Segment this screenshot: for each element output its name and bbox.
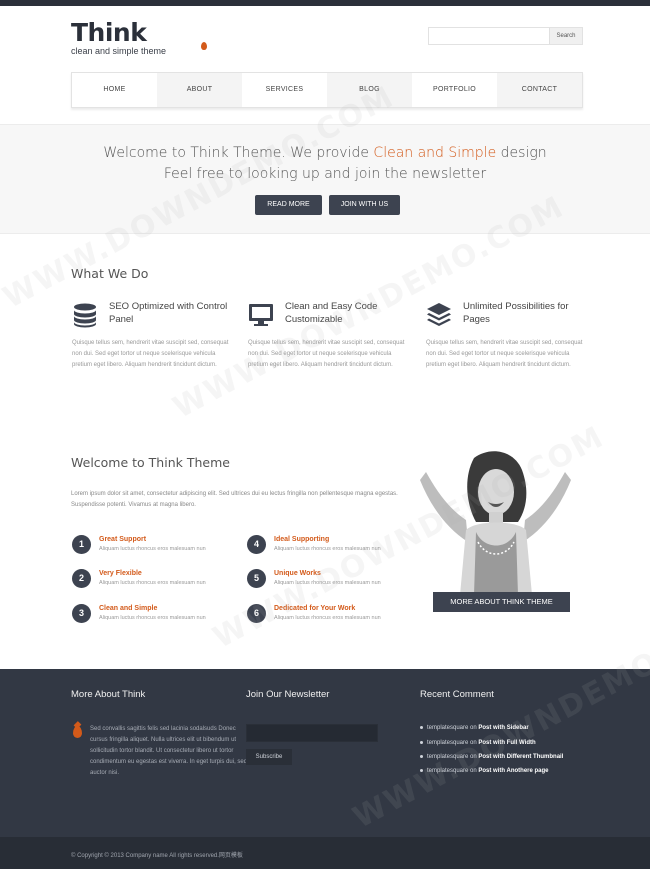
comment-on: on (470, 754, 477, 760)
logo-wordmark: Think (71, 18, 147, 47)
main-nav: HOME ABOUT SERVICES BLOG PORTFOLIO CONTA… (71, 72, 583, 108)
bottom-bar: © Copyright © 2013 Company name All righ… (0, 837, 650, 869)
point-body: Aliquam luctus rhoncus eros malesuam nun (274, 546, 381, 552)
hero-subline: Feel free to looking up and join the new… (163, 166, 487, 182)
point-number: 4 (247, 535, 266, 554)
join-with-us-button[interactable]: JOIN WITH US (329, 195, 400, 215)
list-item: 2 Very Flexible Aliquam luctus rhoncus e… (72, 569, 242, 599)
comment-post-link[interactable]: Post with Full Width (478, 740, 535, 746)
nav-item-services[interactable]: SERVICES (242, 73, 327, 107)
comment-item: templatesquare on Post with Different Th… (420, 754, 630, 760)
feature-body: Quisque tellus sem, hendrerit vitae susc… (72, 340, 229, 368)
welcome-intro: Lorem ipsum dolor sit amet, consectetur … (71, 491, 398, 508)
woman-photo (420, 451, 571, 595)
point-number: 6 (247, 604, 266, 623)
point-body: Aliquam luctus rhoncus eros malesuam nun (99, 580, 206, 586)
subscribe-button[interactable]: Subscribe (246, 749, 292, 765)
feature-body: Quisque tellus sem, hendrerit vitae susc… (248, 340, 405, 368)
point-title[interactable]: Ideal Supporting (274, 536, 329, 543)
point-number: 5 (247, 569, 266, 588)
comment-on: on (470, 768, 477, 774)
nav-item-blog[interactable]: BLOG (327, 73, 412, 107)
search-box: Search (428, 27, 583, 45)
drop-icon (73, 726, 82, 738)
footer: More About Think Sed convallis sagittis … (0, 669, 650, 837)
point-title[interactable]: Dedicated for Your Work (274, 605, 355, 612)
footer-comments-title: Recent Comment (420, 689, 494, 700)
hero-headline-accent: Clean and Simple (373, 145, 497, 161)
top-bar (0, 0, 650, 6)
more-about-button[interactable]: MORE ABOUT THINK THEME (433, 592, 570, 612)
footer-about-title: More About Think (71, 689, 146, 700)
comment-post-link[interactable]: Post with Sidebar (478, 725, 528, 731)
point-title[interactable]: Very Flexible (99, 570, 142, 577)
newsletter-email-input[interactable] (246, 724, 378, 742)
list-item: 4 Ideal Supporting Aliquam luctus rhoncu… (247, 535, 417, 565)
point-body: Aliquam luctus rhoncus eros malesuam nun (274, 615, 381, 621)
read-more-button[interactable]: READ MORE (255, 195, 322, 215)
comment-post-link[interactable]: Post with Different Thumbnail (478, 754, 563, 760)
point-body: Aliquam luctus rhoncus eros malesuam nun (99, 615, 206, 621)
layers-icon (427, 303, 451, 326)
logo[interactable]: Think clean and simple theme (71, 18, 207, 56)
list-item: 3 Clean and Simple Aliquam luctus rhoncu… (72, 604, 242, 634)
hero-headline: Welcome to Think Theme. We provide Clean… (0, 145, 650, 161)
search-input[interactable] (429, 28, 551, 44)
comment-item: templatesquare on Post with Full Width (420, 740, 630, 746)
point-body: Aliquam luctus rhoncus eros malesuam nun (274, 580, 381, 586)
feature-title: Clean and Easy Code Customizable (285, 301, 378, 325)
drop-icon (201, 42, 207, 50)
point-number: 1 (72, 535, 91, 554)
bullet-icon (420, 768, 423, 772)
nav-item-home[interactable]: HOME (72, 73, 157, 107)
comment-author[interactable]: templatesquare (427, 725, 468, 731)
point-number: 3 (72, 604, 91, 623)
nav-item-contact[interactable]: CONTACT (497, 73, 582, 107)
feature-body: Quisque tellus sem, hendrerit vitae susc… (426, 340, 583, 368)
point-title[interactable]: Unique Works (274, 570, 321, 577)
nav-item-about[interactable]: ABOUT (157, 73, 242, 107)
monitor-icon (249, 304, 273, 326)
welcome-title: Welcome to Think Theme (71, 455, 230, 470)
comment-on: on (470, 740, 477, 746)
hero-headline-prefix: Welcome to Think Theme. We provide (103, 145, 374, 161)
feature-title: SEO Optimized with Control Panel (109, 301, 228, 325)
search-button[interactable]: Search (549, 28, 582, 44)
footer-newsletter-title: Join Our Newsletter (246, 689, 330, 700)
point-number: 2 (72, 569, 91, 588)
bullet-icon (420, 754, 423, 758)
hero-headline-suffix: design (496, 145, 547, 161)
nav-item-portfolio[interactable]: PORTFOLIO (412, 73, 497, 107)
point-title[interactable]: Great Support (99, 536, 146, 543)
list-item: 6 Dedicated for Your Work Aliquam luctus… (247, 604, 417, 634)
database-icon (74, 303, 96, 328)
comment-author[interactable]: templatesquare (427, 754, 468, 760)
bullet-icon (420, 725, 423, 729)
comment-on: on (470, 725, 477, 731)
comment-author[interactable]: templatesquare (427, 740, 468, 746)
bullet-icon (420, 740, 423, 744)
point-title[interactable]: Clean and Simple (99, 605, 157, 612)
comment-post-link[interactable]: Post with Anothere page (478, 768, 548, 774)
comment-author[interactable]: templatesquare (427, 768, 468, 774)
list-item: 5 Unique Works Aliquam luctus rhoncus er… (247, 569, 417, 599)
comment-item: templatesquare on Post with Anothere pag… (420, 768, 630, 774)
copyright-text: © Copyright © 2013 Company name All righ… (71, 853, 243, 859)
what-we-do-title: What We Do (71, 266, 149, 281)
feature-title: Unlimited Possibilities for Pages (463, 301, 569, 325)
footer-about-text: Sed convallis sagittis felis sed lacinia… (90, 726, 248, 776)
comment-item: templatesquare on Post with Sidebar (420, 725, 630, 731)
point-body: Aliquam luctus rhoncus eros malesuam nun (99, 546, 206, 552)
list-item: 1 Great Support Aliquam luctus rhoncus e… (72, 535, 242, 565)
hero-banner: Welcome to Think Theme. We provide Clean… (0, 124, 650, 234)
